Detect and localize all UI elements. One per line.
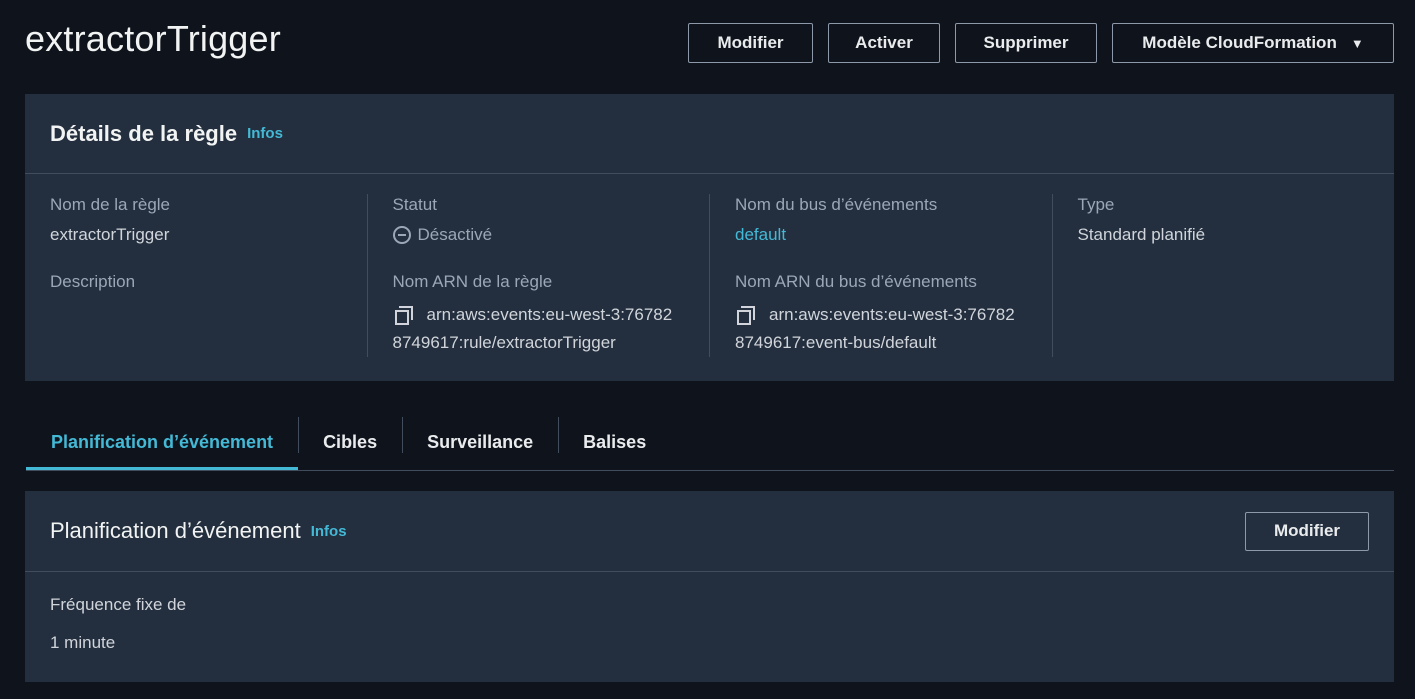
rule-arn-value: arn:aws:events:eu-west-3:76782 8749617:r…	[393, 301, 685, 357]
modify-button[interactable]: Modifier	[688, 23, 813, 63]
event-bus-label: Nom du bus d’événements	[735, 195, 938, 214]
rule-details-info-link[interactable]: Infos	[247, 125, 283, 142]
status-value: Désactivé	[392, 224, 685, 246]
event-schedule-title: Planification d’événement	[50, 518, 301, 543]
copy-icon[interactable]	[393, 305, 415, 327]
tab-event-schedule-label: Planification d’événement	[51, 432, 274, 452]
cloudformation-button-label: Modèle CloudFormation	[1142, 33, 1337, 52]
frequency-label: Fréquence fixe de	[50, 595, 187, 614]
schedule-modify-button[interactable]: Modifier	[1245, 511, 1369, 551]
details-column-status: Statut Désactivé Nom ARN de la règle arn…	[366, 194, 710, 357]
type-label: Type	[1077, 195, 1115, 214]
delete-button[interactable]: Supprimer	[955, 23, 1097, 63]
tab-event-schedule[interactable]: Planification d’événement	[26, 415, 299, 470]
event-schedule-header: Planification d’événement Infos Modifier	[25, 491, 1394, 572]
tab-tags[interactable]: Balises	[558, 415, 671, 470]
tab-monitoring-label: Surveillance	[427, 432, 534, 452]
rule-details-grid: Nom de la règle extractorTrigger Descrip…	[25, 174, 1394, 383]
event-bus-link[interactable]: default	[735, 224, 1027, 246]
rule-arn-line-2: 8749617:rule/extractorTrigger	[392, 333, 616, 352]
event-bus-arn-line-1: arn:aws:events:eu-west-3:76782	[769, 305, 1015, 324]
tab-targets-label: Cibles	[323, 432, 378, 452]
rule-name-label: Nom de la règle	[50, 195, 171, 214]
status-label: Statut	[392, 195, 437, 214]
event-schedule-info-link[interactable]: Infos	[311, 523, 347, 540]
description-label: Description	[50, 272, 136, 291]
type-value: Standard planifié	[1077, 225, 1206, 244]
enable-button[interactable]: Activer	[828, 23, 940, 63]
tab-targets[interactable]: Cibles	[298, 415, 402, 470]
frequency-value: 1 minute	[50, 633, 116, 652]
event-schedule-panel: Planification d’événement Infos Modifier…	[25, 491, 1394, 682]
rule-details-header: Détails de la règle Infos	[25, 94, 1394, 174]
copy-icon[interactable]	[735, 305, 757, 327]
rule-details-title: Détails de la règle	[50, 120, 238, 146]
event-bus-arn-line-2: 8749617:event-bus/default	[735, 333, 937, 352]
page-title: extractorTrigger	[25, 18, 281, 59]
event-bus-arn-label: Nom ARN du bus d’événements	[735, 272, 977, 291]
details-column-name: Nom de la règle extractorTrigger Descrip…	[25, 194, 367, 357]
tab-bar: Planification d’événement Cibles Surveil…	[26, 415, 1394, 471]
details-column-type: Type Standard planifié	[1051, 194, 1395, 357]
disabled-status-icon	[392, 226, 411, 244]
rule-details-panel: Détails de la règle Infos Nom de la règl…	[25, 94, 1394, 381]
rule-detail-page: extractorTrigger Modifier Activer Suppri…	[0, 0, 1415, 699]
details-column-bus: Nom du bus d’événements default Nom ARN …	[709, 194, 1052, 357]
rule-arn-label: Nom ARN de la règle	[392, 272, 553, 291]
tab-tags-label: Balises	[583, 432, 647, 452]
rule-name-value: extractorTrigger	[50, 225, 170, 244]
rule-arn-line-1: arn:aws:events:eu-west-3:76782	[426, 305, 673, 324]
cloudformation-template-button[interactable]: Modèle CloudFormation ▼	[1112, 23, 1394, 63]
event-bus-arn-value: arn:aws:events:eu-west-3:76782 8749617:e…	[735, 301, 1027, 357]
event-schedule-body: Fréquence fixe de 1 minute	[25, 572, 1394, 676]
caret-down-icon: ▼	[1350, 35, 1364, 51]
tab-monitoring[interactable]: Surveillance	[402, 415, 558, 470]
status-text: Désactivé	[417, 225, 493, 244]
